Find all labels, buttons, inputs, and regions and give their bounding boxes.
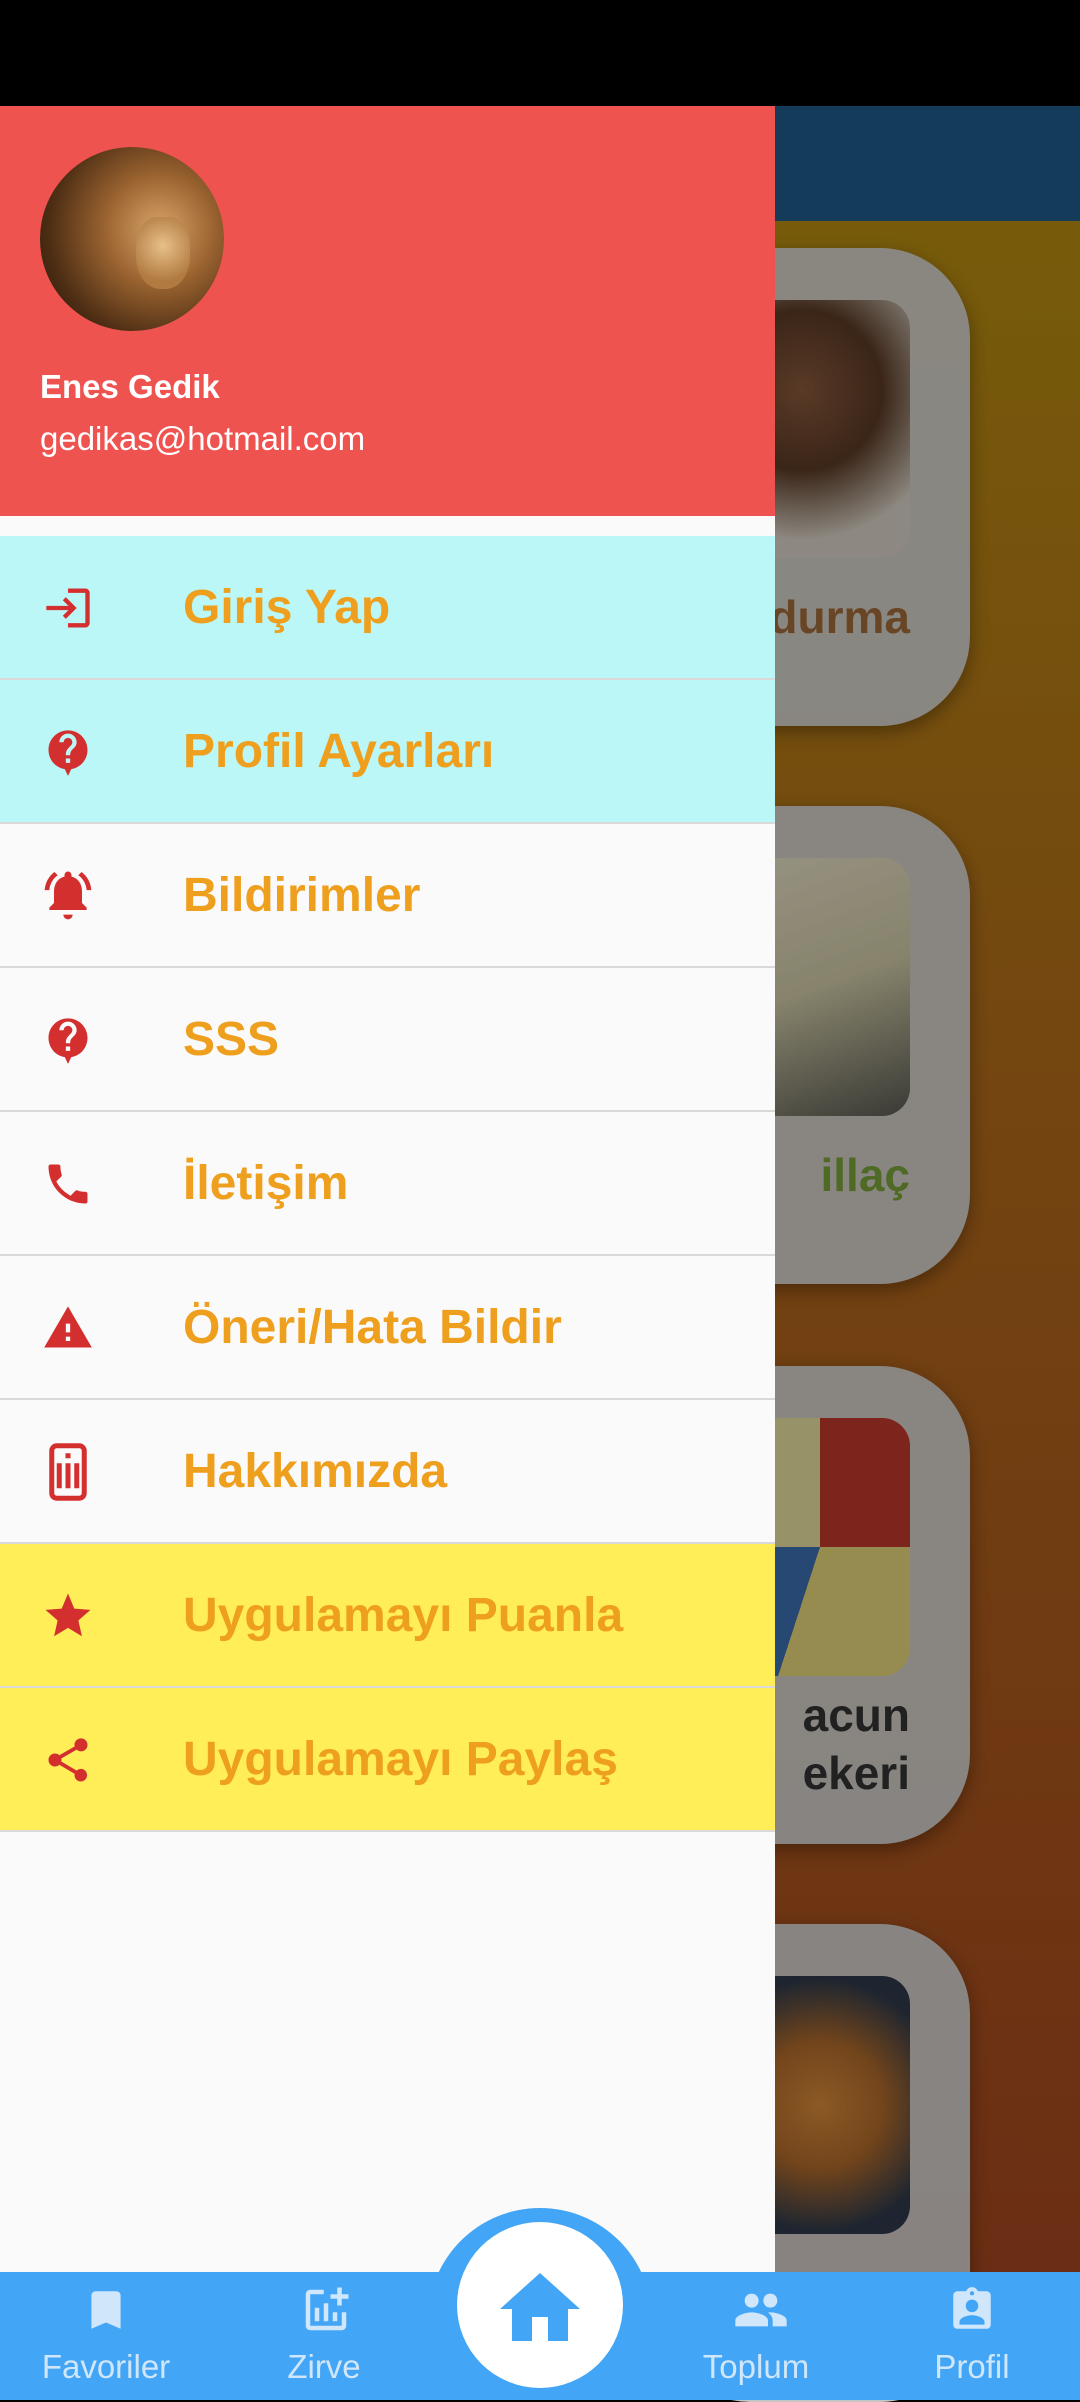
menu-item-label: Profil Ayarları [183,725,495,778]
menu-item-label: SSS [183,1013,280,1066]
menu-item-label: Öneri/Hata Bildir [183,1301,562,1354]
menu-item-label: Hakkımızda [183,1445,448,1498]
help-bubble-icon [38,1012,98,1068]
menu-item-profile-settings[interactable]: Profil Ayarları [0,680,775,824]
share-icon [38,1732,98,1788]
navigation-drawer: Enes Gedik gedikas@hotmail.com Giriş Yap… [0,106,775,2272]
warning-icon [38,1300,98,1356]
help-bubble-icon [38,724,98,780]
menu-item-label: Uygulamayı Puanla [183,1589,624,1642]
menu-item-contact[interactable]: İletişim [0,1112,775,1256]
nav-label: Zirve [287,2348,361,2385]
drawer-menu: Giriş Yap Profil Ayarları Bildirimler SS… [0,536,775,1832]
home-icon [492,2261,588,2350]
people-icon [731,2282,787,2338]
status-bar [0,0,1080,106]
drawer-header: Enes Gedik gedikas@hotmail.com [0,106,775,516]
info-device-icon [38,1443,98,1501]
nav-community[interactable]: Toplum [666,2272,846,2400]
avatar[interactable] [40,147,224,331]
bookmark-icon [81,2282,131,2338]
login-icon [38,580,98,636]
menu-item-faq[interactable]: SSS [0,968,775,1112]
profile-badge-icon [947,2282,997,2338]
phone-icon [38,1156,98,1212]
user-name: Enes Gedik [40,368,220,405]
home-button[interactable] [457,2222,623,2388]
menu-item-share-app[interactable]: Uygulamayı Paylaş [0,1688,775,1832]
nav-label: Toplum [702,2348,810,2385]
menu-item-label: Uygulamayı Paylaş [183,1733,618,1786]
menu-item-login[interactable]: Giriş Yap [0,536,775,680]
nav-favorites[interactable]: Favoriler [16,2272,196,2400]
menu-item-label: İletişim [183,1157,349,1210]
menu-item-label: Giriş Yap [183,581,391,634]
menu-item-notifications[interactable]: Bildirimler [0,824,775,968]
menu-item-about[interactable]: Hakkımızda [0,1400,775,1544]
chart-add-icon [299,2282,349,2338]
star-icon [38,1588,98,1644]
menu-item-feedback[interactable]: Öneri/Hata Bildir [0,1256,775,1400]
menu-item-rate-app[interactable]: Uygulamayı Puanla [0,1544,775,1688]
nav-label: Favoriler [41,2348,171,2385]
bell-ringing-icon [38,868,98,924]
menu-item-label: Bildirimler [183,869,421,922]
nav-label: Profil [934,2348,1010,2385]
nav-summit[interactable]: Zirve [234,2272,414,2400]
user-email: gedikas@hotmail.com [40,420,366,457]
nav-profile[interactable]: Profil [882,2272,1062,2400]
